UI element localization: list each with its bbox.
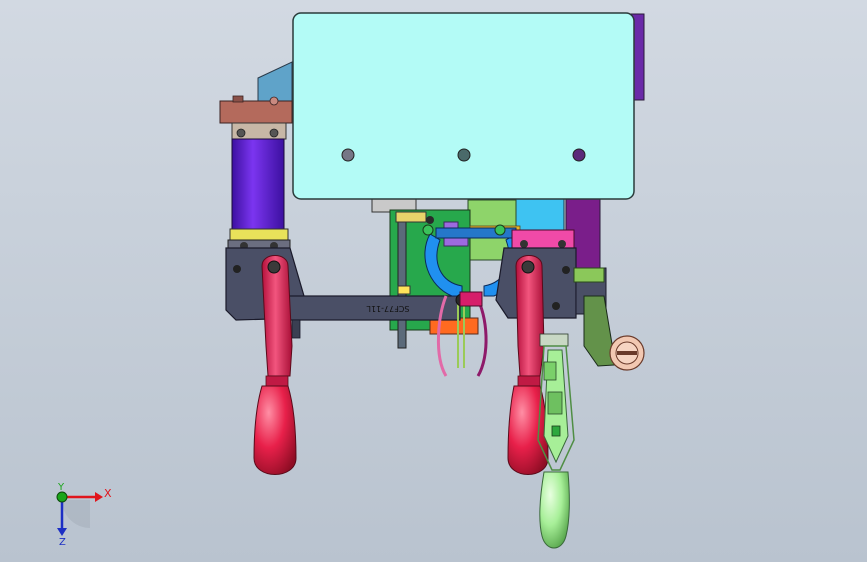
triad-y-label: Y	[57, 482, 65, 493]
right-handle-pivot	[521, 260, 535, 274]
right-red-knob[interactable]	[507, 385, 549, 475]
cad-3d-viewport[interactable]: SCF77-11L X Y Z	[0, 0, 867, 562]
green-handle-knob[interactable]	[539, 471, 570, 549]
brown-cap-block	[219, 100, 293, 124]
triad-z-label: Z	[59, 537, 66, 548]
left-red-knob[interactable]	[253, 385, 297, 475]
left-handle-pivot	[267, 260, 281, 274]
part-label: SCF77-11L	[366, 304, 410, 313]
mounting-hole-center	[457, 148, 471, 162]
cylinder-body	[231, 138, 285, 232]
mounting-hole-right	[572, 148, 586, 162]
triad-x-label: X	[104, 487, 112, 500]
mounting-hole-left	[341, 148, 355, 162]
main-plate[interactable]	[292, 12, 635, 200]
